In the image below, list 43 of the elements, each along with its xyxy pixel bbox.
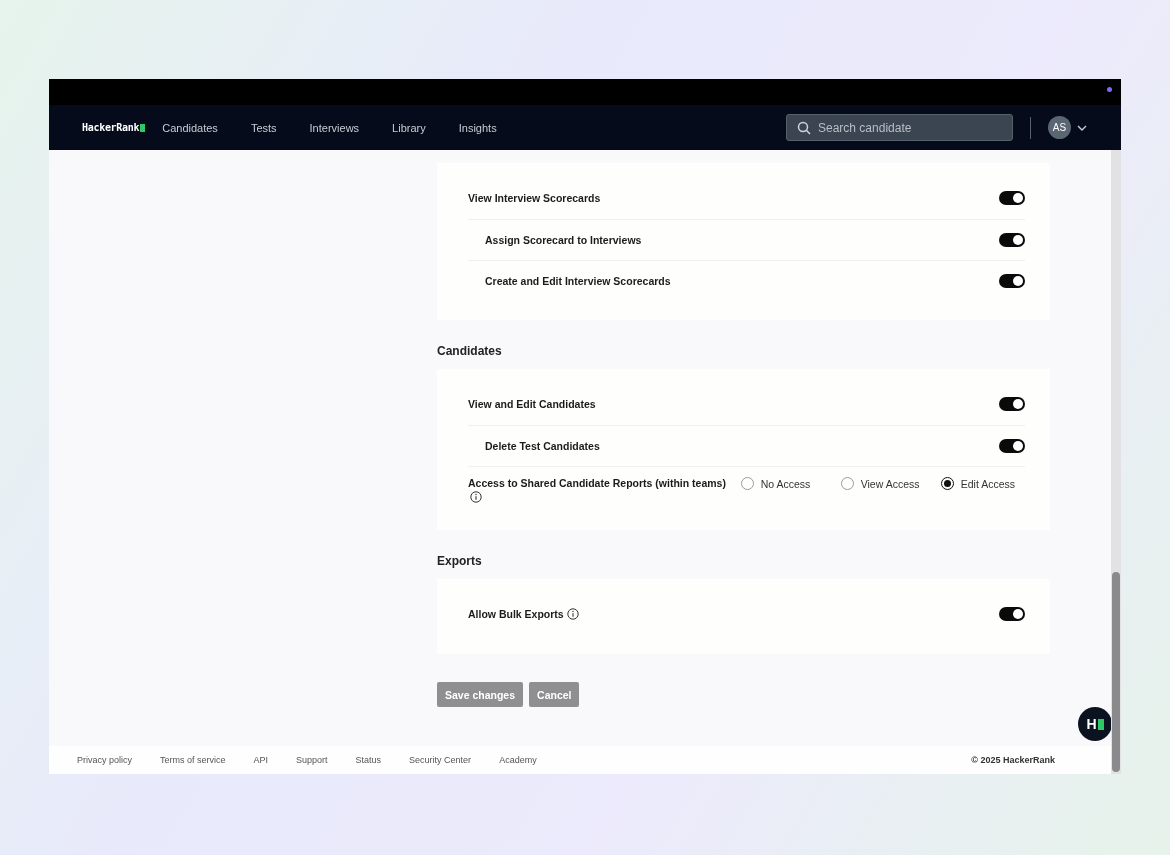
setting-label: Delete Test Candidates (485, 439, 600, 452)
search-icon (797, 121, 811, 135)
logo[interactable]: HackerRank (82, 122, 146, 133)
radio-button[interactable] (740, 477, 754, 490)
info-icon[interactable] (470, 491, 482, 503)
footer-link[interactable]: Privacy policy (77, 755, 132, 765)
nav-link[interactable]: Interviews (309, 121, 360, 134)
radio-label[interactable]: No Access (760, 477, 811, 490)
radio-button[interactable] (840, 477, 854, 490)
radio-label[interactable]: Edit Access (960, 477, 1015, 490)
section-heading: Candidates (437, 343, 503, 360)
setting-label: Assign Scorecard to Interviews (485, 233, 642, 246)
scrollbar-thumb[interactable] (1112, 572, 1120, 772)
toggle-switch[interactable] (999, 191, 1025, 205)
toggle-switch[interactable] (999, 607, 1025, 621)
copyright-text: © 2025 HackerRank (971, 755, 1055, 765)
setting-label: Allow Bulk Exports (468, 608, 564, 620)
user-avatar[interactable]: AS (1048, 116, 1071, 139)
setting-label: View Interview Scorecards (468, 192, 601, 204)
nav-link[interactable]: Tests (250, 121, 277, 134)
nav-link[interactable]: Insights (458, 121, 497, 134)
toggle-switch[interactable] (999, 438, 1025, 453)
chevron-down-icon[interactable] (1077, 124, 1087, 131)
footer-link[interactable]: Security Center (409, 755, 472, 765)
section-heading: Exports (437, 553, 483, 570)
setting-label: Create and Edit Interview Scorecards (485, 274, 671, 287)
footer-link[interactable]: Status (355, 755, 382, 765)
toggle-switch[interactable] (999, 232, 1025, 247)
toggle-switch[interactable] (999, 273, 1025, 288)
search-field[interactable]: Search candidate (786, 114, 1013, 141)
setting-label: View and Edit Candidates (468, 398, 596, 410)
nav-link[interactable]: Library (392, 121, 426, 134)
nav-link[interactable]: Candidates (162, 121, 218, 134)
scrollbar[interactable] (1111, 150, 1121, 774)
info-icon[interactable] (566, 608, 579, 620)
footer-link[interactable]: Terms of service (160, 755, 226, 765)
footer-link[interactable]: API (253, 755, 269, 765)
radio-button[interactable] (940, 477, 954, 490)
radio-label[interactable]: View Access (860, 477, 920, 490)
footer-link[interactable]: Academy (499, 755, 537, 765)
toggle-switch[interactable] (999, 397, 1025, 411)
footer-link[interactable]: Support (296, 755, 328, 765)
chat-button[interactable]: H (1078, 707, 1111, 741)
